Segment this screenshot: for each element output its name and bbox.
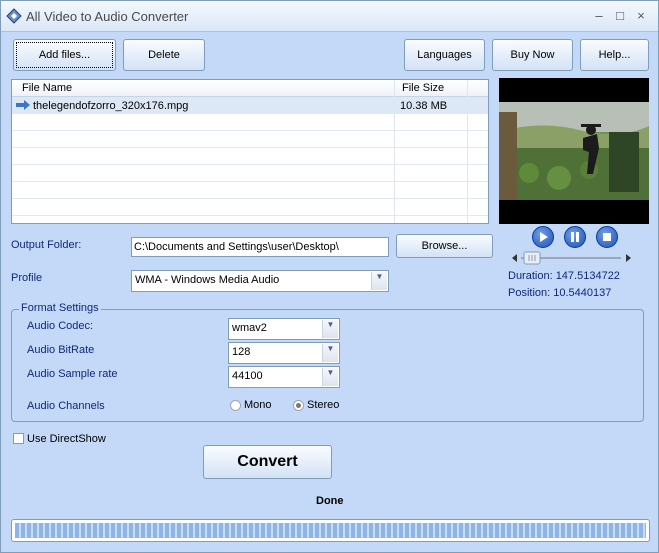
play-button[interactable] [532,226,554,248]
minimize-button[interactable]: ‒ [590,7,608,25]
audio-sample-rate-value: 44100 [232,370,263,382]
progress-fill [15,523,646,538]
audio-bitrate-value: 128 [232,346,251,358]
audio-channels-label: Audio Channels [27,400,105,412]
app-window: All Video to Audio Converter ‒ □ × Add f… [0,0,659,553]
column-header-file-name[interactable]: File Name [22,82,72,94]
audio-codec-select[interactable]: wmav2 ▼ [228,318,340,340]
position-label: Position: 10.5440137 [508,287,612,299]
file-name-cell: thelegendofzorro_320x176.mpg [33,100,189,112]
output-folder-label: Output Folder: [11,239,82,251]
pause-button[interactable] [564,226,586,248]
chevron-down-icon[interactable]: ▼ [322,320,338,338]
window-title: All Video to Audio Converter [26,9,189,24]
empty-row [12,131,488,148]
stop-button[interactable] [596,226,618,248]
help-button[interactable]: Help... [580,39,649,71]
add-files-button[interactable]: Add files... [13,39,116,71]
delete-button[interactable]: Delete [123,39,205,71]
file-list[interactable]: File Name File Size thelegendofzorro_320… [11,79,489,224]
audio-bitrate-select[interactable]: 128 ▼ [228,342,340,364]
pause-icon [571,232,579,242]
empty-row [12,199,488,216]
mono-label[interactable]: Mono [244,399,272,411]
languages-button[interactable]: Languages [404,39,485,71]
file-row[interactable]: thelegendofzorro_320x176.mpg 10.38 MB [12,97,488,114]
audio-bitrate-label: Audio BitRate [27,344,95,356]
browse-button[interactable]: Browse... [396,234,493,258]
convert-button[interactable]: Convert [203,445,332,479]
close-button[interactable]: × [632,7,650,25]
app-icon [6,8,22,24]
audio-sample-rate-select[interactable]: 44100 ▼ [228,366,340,388]
empty-row [12,148,488,165]
slider-right-arrow-icon [626,254,631,262]
chevron-down-icon[interactable]: ▼ [322,344,338,362]
empty-row [12,182,488,199]
stereo-radio[interactable] [293,400,304,411]
slider-left-arrow-icon [512,254,517,262]
mono-radio[interactable] [230,400,241,411]
empty-row [12,165,488,182]
column-header-file-size[interactable]: File Size [402,82,444,94]
arrow-right-icon [16,100,30,110]
progress-bar [11,519,650,542]
title-bar[interactable]: All Video to Audio Converter ‒ □ × [1,1,658,32]
empty-row [12,114,488,131]
seek-slider[interactable] [509,251,634,265]
use-directshow-label[interactable]: Use DirectShow [27,433,106,445]
stop-icon [603,233,611,241]
audio-codec-value: wmav2 [232,322,267,334]
audio-sample-rate-label: Audio Sample rate [27,368,118,380]
profile-label: Profile [11,272,43,284]
buy-now-button[interactable]: Buy Now [492,39,573,71]
chevron-down-icon[interactable]: ▼ [371,272,387,290]
profile-select[interactable]: WMA - Windows Media Audio ▼ [131,270,389,292]
file-list-header: File Name File Size [12,80,488,97]
format-settings-title: Format Settings [19,302,101,314]
video-preview [499,78,649,224]
file-size-cell: 10.38 MB [400,100,448,112]
chevron-down-icon[interactable]: ▼ [322,368,338,386]
maximize-button[interactable]: □ [611,7,629,25]
play-icon [540,232,548,242]
use-directshow-checkbox[interactable] [13,433,24,444]
stereo-label[interactable]: Stereo [307,399,339,411]
profile-value: WMA - Windows Media Audio [135,274,280,286]
status-text: Done [316,495,344,507]
audio-codec-label: Audio Codec: [27,320,94,332]
duration-label: Duration: 147.5134722 [508,270,620,282]
output-folder-input[interactable]: C:\Documents and Settings\user\Desktop\ [131,237,389,257]
video-frame-image [499,78,649,224]
